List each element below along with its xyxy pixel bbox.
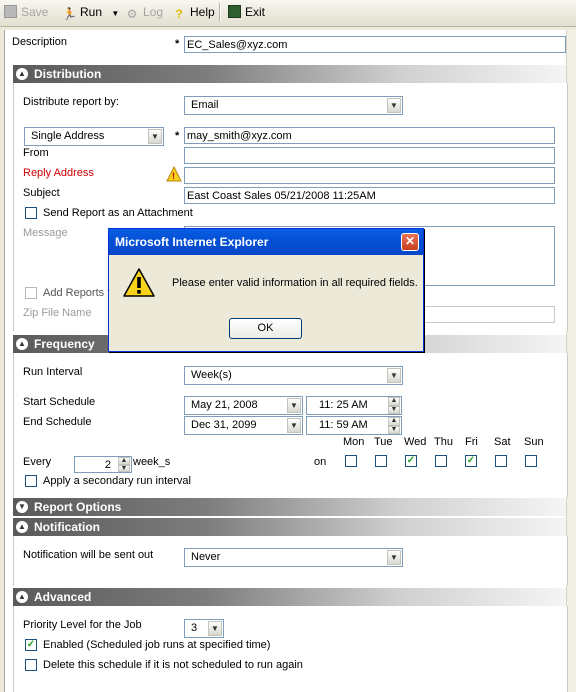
svg-text:!: !	[172, 171, 175, 181]
dialog-title: Microsoft Internet Explorer	[109, 229, 423, 255]
exit-button[interactable]: Exit	[228, 4, 265, 21]
required-marker: *	[175, 38, 180, 50]
help-button[interactable]: ? Help	[172, 4, 214, 21]
start-schedule-label: Start Schedule	[23, 396, 96, 408]
run-interval-select[interactable]: Week(s) ▼	[184, 366, 403, 385]
collapse-icon: ▲	[16, 521, 28, 533]
notification-section-header[interactable]: ▲ Notification	[13, 518, 566, 536]
day-checkbox-mon[interactable]	[345, 455, 357, 467]
every-input[interactable]: 2 ▲ ▼	[74, 456, 132, 473]
toolbar-separator	[219, 3, 221, 22]
attachment-checkbox[interactable]	[25, 207, 37, 219]
every-unit-label: week_s	[133, 456, 171, 468]
day-label-mon: Mon	[343, 436, 365, 448]
distribute-by-select[interactable]: Email ▼	[184, 96, 403, 115]
priority-select[interactable]: 3 ▼	[184, 619, 224, 638]
end-time-spinner[interactable]: ▲ ▼	[388, 417, 400, 434]
collapse-icon: ▲	[16, 591, 28, 603]
on-label: on	[314, 456, 327, 468]
ok-button[interactable]: OK	[229, 318, 302, 339]
priority-label: Priority Level for the Job	[23, 619, 142, 631]
reply-address-label: Reply Address	[23, 167, 94, 179]
chevron-down-icon: ▼	[387, 368, 401, 383]
log-icon: ⚙	[126, 7, 138, 21]
reply-address-input[interactable]	[184, 167, 555, 184]
end-time-input[interactable]: 11: 59 AM ▲ ▼	[306, 416, 402, 435]
chevron-down-icon: ▼	[387, 550, 401, 565]
start-date-select[interactable]: May 21, 2008 ▼	[184, 396, 303, 415]
enabled-checkbox[interactable]: ✓	[25, 639, 37, 651]
running-man-icon: 🏃	[62, 7, 77, 21]
day-checkbox-sun[interactable]	[525, 455, 537, 467]
end-date-select[interactable]: Dec 31, 2099 ▼	[184, 416, 303, 435]
collapse-icon: ▲	[16, 68, 28, 80]
chevron-down-icon: ▼	[387, 98, 401, 113]
start-time-input[interactable]: 11: 25 AM ▲ ▼	[306, 396, 402, 415]
chevron-down-icon: ▼	[287, 418, 301, 433]
advanced-section-header[interactable]: ▲ Advanced	[13, 588, 566, 606]
every-spinner[interactable]: ▲ ▼	[118, 457, 130, 472]
exit-door-icon	[228, 5, 241, 18]
distribution-section-header[interactable]: ▲ Distribution	[13, 65, 566, 83]
description-label: Description	[12, 36, 68, 48]
help-icon: ?	[175, 7, 183, 21]
day-label-fri: Fri	[465, 436, 478, 448]
day-checkbox-tue[interactable]	[375, 455, 387, 467]
from-label: From	[23, 147, 49, 159]
day-checkbox-thu[interactable]	[435, 455, 447, 467]
run-interval-label: Run Interval	[23, 366, 83, 378]
floppy-disk-icon	[4, 5, 17, 18]
run-button[interactable]: 🏃 Run ▼	[62, 4, 119, 21]
enabled-label: Enabled (Scheduled job runs at specified…	[43, 639, 271, 651]
add-reports-checkbox[interactable]	[25, 287, 37, 299]
day-label-wed: Wed	[404, 436, 427, 448]
expand-icon: ▼	[16, 501, 28, 513]
secondary-interval-label: Apply a secondary run interval	[43, 475, 191, 487]
description-input[interactable]: EC_Sales@xyz.com	[184, 36, 566, 53]
chevron-down-icon: ▼	[208, 621, 222, 636]
day-label-tue: Tue	[374, 436, 393, 448]
every-label: Every	[23, 456, 52, 468]
delete-schedule-label: Delete this schedule if it is not schedu…	[43, 659, 303, 671]
day-checkbox-fri[interactable]: ✓	[465, 455, 477, 467]
warning-icon	[123, 267, 155, 299]
notification-label: Notification will be sent out	[23, 549, 154, 561]
secondary-interval-checkbox[interactable]	[25, 475, 37, 487]
close-icon[interactable]: ✕	[401, 233, 419, 251]
chevron-down-icon: ▼	[148, 129, 162, 144]
add-reports-label: Add Reports t	[43, 287, 111, 299]
day-label-thu: Thu	[434, 436, 453, 448]
report-options-section-header[interactable]: ▼ Report Options	[13, 498, 566, 516]
day-checkbox-sat[interactable]	[495, 455, 507, 467]
from-input[interactable]	[184, 147, 555, 164]
day-checkbox-wed[interactable]: ✓	[405, 455, 417, 467]
distribute-by-label: Distribute report by:	[23, 96, 119, 108]
alert-dialog: Microsoft Internet Explorer ✕ Please ent…	[108, 228, 424, 352]
chevron-down-icon[interactable]: ▼	[111, 9, 119, 18]
dialog-message: Please enter valid information in all re…	[172, 277, 418, 289]
log-button[interactable]: ⚙ Log	[125, 4, 163, 21]
message-label: Message	[23, 227, 68, 239]
address-type-select[interactable]: Single Address ▼	[24, 127, 164, 146]
warning-icon: !	[166, 165, 182, 182]
to-address-input[interactable]: may_smith@xyz.com	[184, 127, 555, 144]
notification-select[interactable]: Never ▼	[184, 548, 403, 567]
toolbar: Save 🏃 Run ▼ ⚙ Log ? Help Exit	[0, 0, 576, 27]
chevron-down-icon: ▼	[287, 398, 301, 413]
end-schedule-label: End Schedule	[23, 416, 92, 428]
attachment-label: Send Report as an Attachment	[43, 207, 193, 219]
subject-input[interactable]: East Coast Sales 05/21/2008 11:25AM	[184, 187, 555, 204]
required-marker: *	[175, 130, 180, 142]
start-time-spinner[interactable]: ▲ ▼	[388, 397, 400, 414]
zip-file-label: Zip File Name	[23, 307, 92, 319]
subject-label: Subject	[23, 187, 60, 199]
save-button[interactable]: Save	[4, 4, 48, 21]
collapse-icon: ▲	[16, 338, 28, 350]
day-label-sat: Sat	[494, 436, 511, 448]
delete-schedule-checkbox[interactable]	[25, 659, 37, 671]
day-label-sun: Sun	[524, 436, 544, 448]
